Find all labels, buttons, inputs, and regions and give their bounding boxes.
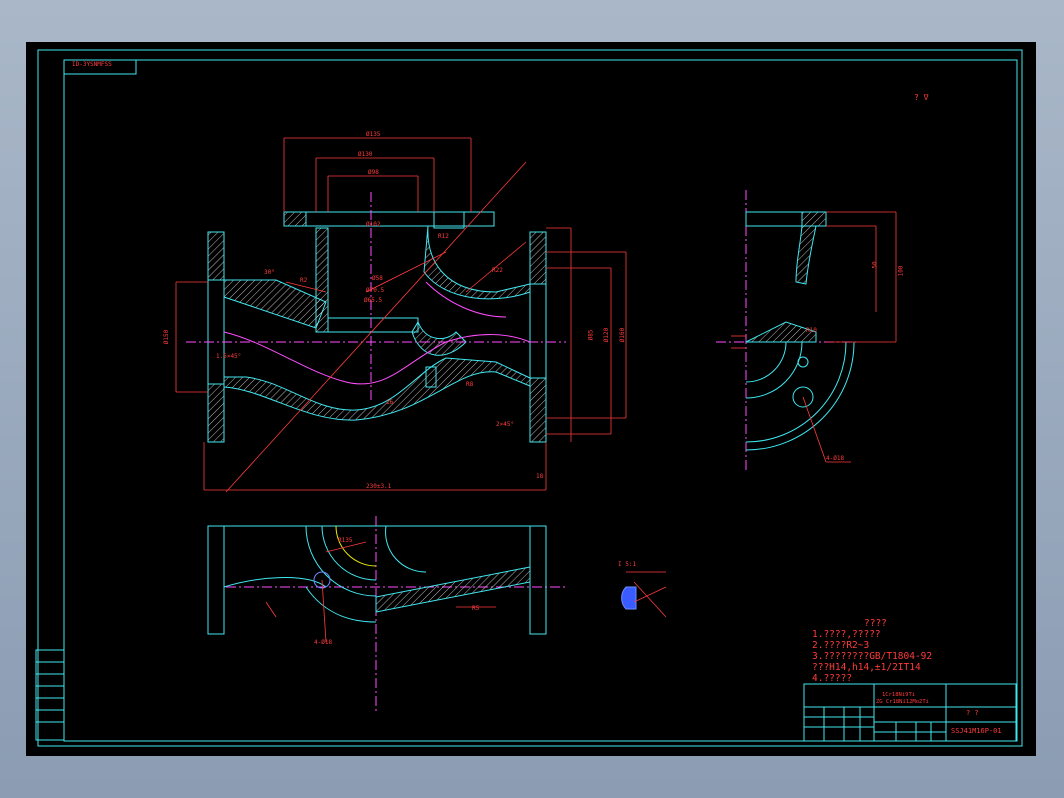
- material-2: 1Cr18Ni9Ti: [882, 692, 916, 698]
- dim-16: 16: [386, 399, 394, 406]
- dim-angle-30: 30°: [264, 269, 275, 276]
- drawing-number: SSJ41M16P-01: [951, 727, 1002, 735]
- drawing-sheet: ID-3YSNMFSS ? ∇ Ø135 Ø130 Ø98 Ø102 Ø58 Ø…: [26, 42, 1036, 756]
- notes-title: ????: [864, 618, 887, 629]
- surface-finish-mark: ? ∇: [914, 93, 929, 102]
- dim-d130: Ø130: [358, 151, 373, 158]
- dim-100: 100: [897, 265, 905, 277]
- dim-r10: R10: [806, 327, 817, 334]
- technical-notes: ???? 1.????,????? 2.????R2~3 3.????????G…: [812, 618, 932, 684]
- dim-r135: R135: [338, 537, 353, 544]
- part-name: ? ?: [966, 709, 979, 717]
- dim-50: 50: [871, 261, 879, 269]
- dim-d85: Ø85: [587, 329, 595, 341]
- bottom-view: [207, 516, 566, 714]
- dim-2x45: 2×45°: [496, 421, 515, 428]
- bottom-holes-label: 4-Ø18: [314, 639, 333, 646]
- main-section-view: [175, 137, 627, 493]
- dim-d58: Ø58: [372, 275, 383, 282]
- note-line-4: ???H14,h14,±1/2IT14: [812, 662, 921, 673]
- dim-r5: R5: [472, 605, 480, 612]
- side-holes-label: 4-Ø18: [826, 455, 845, 462]
- dim-r2: R2: [300, 277, 308, 284]
- note-line-2: 2.????R2~3: [812, 640, 870, 651]
- side-strip: [35, 649, 65, 741]
- dim-d98: Ø98: [368, 169, 379, 176]
- dim-r12: R12: [438, 233, 449, 240]
- detail-view: [621, 571, 667, 618]
- note-line-3: 3.????????GB/T1804-92: [812, 651, 933, 662]
- dim-r8: R8: [466, 381, 474, 388]
- detail-label: I 5:1: [618, 561, 637, 568]
- note-line-1: 1.????,?????: [812, 629, 881, 640]
- dim-chamfer: 1.5×45°: [216, 353, 242, 360]
- dim-r22: R22: [492, 267, 503, 274]
- corner-stamp: ID-3YSNMFSS: [72, 61, 112, 68]
- dim-d150: Ø150: [163, 329, 171, 345]
- dim-18: 18: [536, 473, 544, 480]
- dim-d65: Ø65.5: [364, 297, 383, 304]
- dim-d70: Ø70.5: [366, 287, 385, 294]
- dim-d135: Ø135: [366, 131, 381, 138]
- dim-d120: Ø120: [603, 327, 611, 343]
- dim-d102: Ø102: [366, 221, 381, 228]
- material-1: ZG Cr18Ni12Mo2Ti: [876, 699, 929, 705]
- note-line-5: 4.?????: [812, 673, 853, 684]
- dim-d160: Ø160: [619, 327, 627, 343]
- dim-length: 230±3.1: [366, 483, 392, 490]
